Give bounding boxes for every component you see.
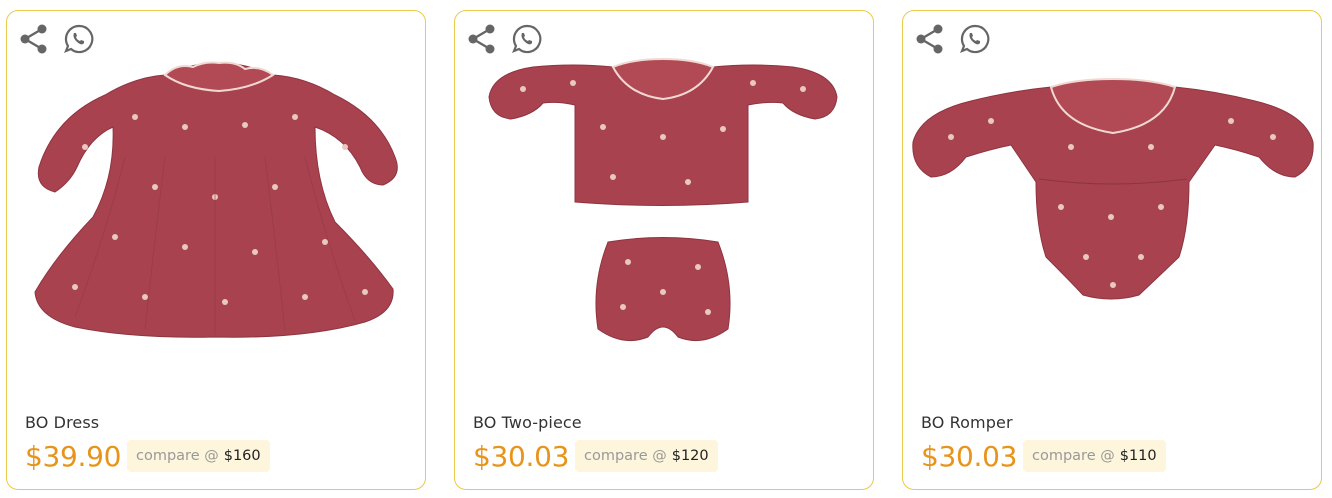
product-name[interactable]: BO Dress (25, 413, 99, 432)
whatsapp-icon[interactable] (63, 23, 95, 55)
whatsapp-icon[interactable] (959, 23, 991, 55)
product-image-dress[interactable] (15, 17, 419, 389)
product-card[interactable]: BO Two-piece $30.03 compare @ $120 (454, 10, 874, 490)
product-price: $30.03 (473, 440, 570, 473)
compare-price-badge: compare @ $120 (575, 440, 718, 472)
product-card[interactable]: BO Dress $39.90 compare @ $160 (6, 10, 426, 490)
compare-price: $120 (671, 448, 709, 464)
compare-label: compare @ (1032, 448, 1115, 464)
product-price: $30.03 (921, 440, 1018, 473)
product-card[interactable]: BO Romper $30.03 compare @ $110 (902, 10, 1322, 490)
product-image-two-piece[interactable] (463, 17, 867, 389)
compare-price: $110 (1119, 448, 1157, 464)
whatsapp-icon[interactable] (511, 23, 543, 55)
product-price: $39.90 (25, 440, 122, 473)
compare-price-badge: compare @ $110 (1023, 440, 1166, 472)
compare-price-badge: compare @ $160 (127, 440, 270, 472)
share-icon[interactable] (19, 23, 49, 55)
product-name[interactable]: BO Two-piece (473, 413, 582, 432)
compare-label: compare @ (584, 448, 667, 464)
product-name[interactable]: BO Romper (921, 413, 1013, 432)
compare-label: compare @ (136, 448, 219, 464)
product-image-romper[interactable] (911, 17, 1315, 389)
compare-price: $160 (223, 448, 261, 464)
share-icon[interactable] (915, 23, 945, 55)
share-icon[interactable] (467, 23, 497, 55)
